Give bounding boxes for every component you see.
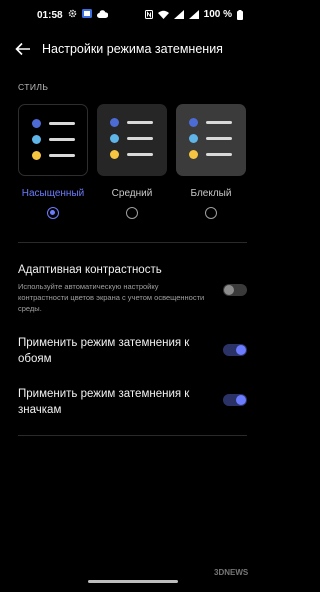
cloud-icon bbox=[97, 9, 108, 18]
radio-faded[interactable] bbox=[205, 207, 217, 219]
toggle-knob bbox=[224, 285, 234, 295]
section-label-style: СТИЛЬ bbox=[18, 82, 49, 92]
style-label-saturated: Насыщенный bbox=[21, 188, 85, 199]
card-dot bbox=[32, 135, 41, 144]
card-dot bbox=[110, 150, 119, 159]
adaptive-contrast-toggle[interactable] bbox=[223, 284, 247, 296]
divider bbox=[18, 435, 247, 436]
card-line bbox=[49, 154, 75, 157]
icons-dark-toggle[interactable] bbox=[223, 394, 247, 406]
gesture-navigation-bar[interactable] bbox=[88, 580, 178, 583]
card-line bbox=[49, 122, 75, 125]
nfc-icon bbox=[144, 10, 153, 19]
adaptive-contrast-desc: Используйте автоматическую настройку кон… bbox=[18, 282, 205, 313]
toggle-knob bbox=[236, 395, 246, 405]
battery-icon bbox=[237, 9, 243, 20]
adaptive-contrast-title: Адаптивная контрастность bbox=[18, 264, 162, 276]
app-notification-icon bbox=[82, 9, 92, 18]
card-dot bbox=[32, 151, 41, 160]
style-card-faded[interactable] bbox=[176, 104, 246, 176]
wifi-icon bbox=[157, 10, 169, 19]
divider bbox=[18, 242, 247, 243]
card-line bbox=[206, 121, 232, 124]
battery-text: 100 % bbox=[203, 9, 232, 20]
page-title: Настройки режима затемнения bbox=[42, 42, 223, 56]
radio-saturated[interactable] bbox=[47, 207, 59, 219]
style-card-saturated[interactable] bbox=[18, 104, 88, 176]
signal-icon-2 bbox=[188, 10, 199, 19]
card-dot bbox=[189, 134, 198, 143]
radio-medium[interactable] bbox=[126, 207, 138, 219]
watermark: 3DNEWS bbox=[214, 568, 249, 577]
wallpaper-dark-toggle[interactable] bbox=[223, 344, 247, 356]
card-line bbox=[206, 137, 232, 140]
card-dot bbox=[32, 119, 41, 128]
card-dot bbox=[189, 118, 198, 127]
status-bar: 01:58 100 % bbox=[0, 0, 265, 32]
app-bar: Настройки режима затемнения bbox=[0, 36, 265, 62]
card-line bbox=[127, 153, 153, 156]
card-line bbox=[206, 153, 232, 156]
card-dot bbox=[189, 150, 198, 159]
status-time: 01:58 bbox=[37, 10, 63, 21]
card-line bbox=[127, 137, 153, 140]
icons-dark-title: Применить режим затемнения к значкам bbox=[18, 388, 190, 416]
style-card-medium[interactable] bbox=[97, 104, 167, 176]
style-label-medium: Средний bbox=[111, 188, 153, 199]
toggle-knob bbox=[236, 345, 246, 355]
wallpaper-dark-title: Применить режим затемнения к обоям bbox=[18, 337, 190, 365]
card-line bbox=[127, 121, 153, 124]
style-label-faded: Блеклый bbox=[190, 188, 232, 199]
signal-icon bbox=[173, 10, 184, 19]
back-arrow-icon[interactable] bbox=[14, 40, 32, 58]
card-dot bbox=[110, 134, 119, 143]
card-dot bbox=[110, 118, 119, 127]
card-line bbox=[49, 138, 75, 141]
gear-icon bbox=[68, 9, 77, 18]
